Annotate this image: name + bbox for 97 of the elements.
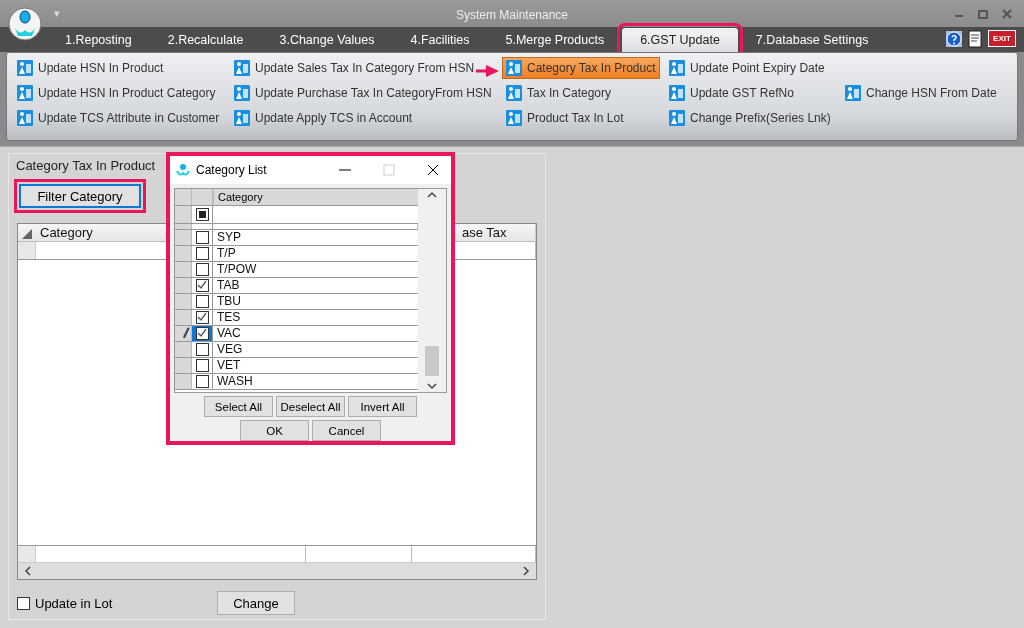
row-checkbox[interactable] bbox=[195, 374, 209, 388]
ribbon-item-label: Update GST RefNo bbox=[690, 85, 794, 100]
category-name[interactable]: WASH bbox=[213, 373, 418, 389]
category-name[interactable]: VEG bbox=[213, 341, 418, 357]
ribbon-tab[interactable]: 7.Database Settings bbox=[737, 27, 887, 52]
filter-category-button[interactable]: Filter Category bbox=[19, 184, 141, 208]
ribbon-item-label: Tax In Category bbox=[527, 85, 612, 100]
app-logo-icon bbox=[176, 162, 190, 177]
scroll-down-icon[interactable] bbox=[427, 382, 437, 390]
ribbon-tab[interactable]: 2.Recalculate bbox=[149, 27, 262, 52]
person-tile-icon bbox=[506, 109, 522, 126]
category-name[interactable]: TAB bbox=[213, 277, 418, 293]
person-tile-icon bbox=[234, 84, 250, 101]
cancel-button[interactable]: Cancel bbox=[312, 420, 381, 441]
ribbon-item-label: Product Tax In Lot bbox=[527, 110, 624, 125]
selection-button[interactable]: Deselect All bbox=[276, 396, 345, 417]
header-corner bbox=[175, 188, 192, 205]
ribbon-item-label: Update Apply TCS in Account bbox=[255, 110, 413, 125]
header-corner bbox=[192, 188, 213, 205]
dialog-title: Category List bbox=[196, 162, 267, 177]
person-tile-icon bbox=[845, 84, 861, 101]
ribbon-item[interactable]: Category Tax In Product bbox=[502, 56, 660, 79]
vertical-scrollbar[interactable] bbox=[418, 188, 446, 392]
scrollbar-thumb[interactable] bbox=[425, 346, 439, 376]
ribbon-item-label: Change HSN From Date bbox=[866, 85, 997, 100]
update-in-lot-label: Update in Lot bbox=[35, 595, 113, 611]
scroll-right-icon[interactable] bbox=[522, 566, 530, 576]
ribbon-item-label: Update HSN In Product bbox=[38, 60, 164, 75]
horizontal-scrollbar[interactable] bbox=[18, 562, 536, 579]
panel-title: Category Tax In Product bbox=[16, 158, 156, 173]
ribbon-tab[interactable]: 3.Change Values bbox=[261, 27, 393, 52]
selection-button[interactable]: Invert All bbox=[348, 396, 417, 417]
update-in-lot-checkbox[interactable] bbox=[17, 596, 30, 610]
ribbon-item[interactable]: Change HSN From Date bbox=[841, 81, 1001, 104]
row-header bbox=[18, 242, 36, 259]
selection-button[interactable]: Select All bbox=[204, 396, 273, 417]
ribbon-item[interactable]: Update HSN In Product bbox=[13, 56, 168, 79]
ribbon-item[interactable]: Update Point Expiry Date bbox=[665, 56, 829, 79]
ribbon-item-label: Update Point Expiry Date bbox=[690, 60, 825, 75]
ribbon-tab[interactable]: 5.Merge Products bbox=[487, 27, 623, 52]
row-checkbox[interactable] bbox=[195, 246, 209, 260]
person-tile-icon bbox=[234, 109, 250, 126]
ribbon-item[interactable]: Update Sales Tax In Category From HSN bbox=[230, 56, 479, 79]
change-button[interactable]: Change bbox=[217, 591, 295, 615]
ribbon-item[interactable]: Change Prefix(Series Lnk) bbox=[665, 106, 835, 129]
person-tile-icon bbox=[669, 84, 685, 101]
ribbon-item-label: Update TCS Attribute in Customer bbox=[38, 110, 220, 125]
ribbon-item-label: Update Sales Tax In Category From HSN bbox=[255, 60, 475, 75]
column-header[interactable]: Category bbox=[213, 188, 418, 205]
person-tile-icon bbox=[506, 59, 522, 76]
category-name[interactable]: TBU bbox=[213, 293, 418, 309]
row-checkbox[interactable] bbox=[195, 230, 209, 244]
ribbon-item[interactable]: Update TCS Attribute in Customer bbox=[13, 106, 224, 129]
row-header bbox=[18, 546, 36, 562]
row-checkbox[interactable] bbox=[195, 326, 209, 340]
document-icon[interactable] bbox=[968, 29, 982, 48]
person-tile-icon bbox=[506, 84, 522, 101]
row-checkbox[interactable] bbox=[195, 278, 209, 292]
ribbon-item[interactable]: Product Tax In Lot bbox=[502, 106, 628, 129]
ribbon-tab[interactable]: 1.Reposting bbox=[47, 27, 150, 52]
exit-button[interactable]: EXIT bbox=[988, 30, 1016, 48]
scroll-up-icon[interactable] bbox=[427, 190, 437, 199]
category-name[interactable]: VAC bbox=[213, 325, 418, 341]
ribbon-item[interactable]: Update HSN In Product Category bbox=[13, 81, 220, 104]
person-tile-icon bbox=[17, 84, 33, 101]
maximize-icon[interactable] bbox=[978, 8, 988, 19]
category-name[interactable]: VET bbox=[213, 357, 418, 373]
person-tile-icon bbox=[669, 59, 685, 76]
category-name[interactable]: T/P bbox=[213, 245, 418, 261]
person-tile-icon bbox=[234, 59, 250, 76]
ribbon-tab[interactable]: 4.Facilities bbox=[392, 27, 488, 52]
ok-button[interactable]: OK bbox=[240, 420, 309, 441]
ribbon-item[interactable]: Tax In Category bbox=[502, 81, 616, 104]
row-checkbox[interactable] bbox=[195, 342, 209, 356]
ribbon-item-label: Category Tax In Product bbox=[527, 60, 656, 75]
pencil-icon bbox=[182, 327, 191, 339]
person-tile-icon bbox=[17, 59, 33, 76]
ribbon-item-label: Update HSN In Product Category bbox=[38, 85, 216, 100]
ribbon-item[interactable]: Update Apply TCS in Account bbox=[230, 106, 417, 129]
ribbon-item-label: Update Purchase Tax In CategoryFrom HSN bbox=[255, 85, 492, 100]
person-tile-icon bbox=[17, 109, 33, 126]
row-checkbox[interactable] bbox=[195, 358, 209, 372]
row-checkbox[interactable] bbox=[195, 262, 209, 276]
window-title: System Maintenance bbox=[455, 8, 569, 22]
select-all-checkbox[interactable] bbox=[195, 207, 209, 221]
annotation-arrow bbox=[476, 63, 500, 78]
scroll-left-icon[interactable] bbox=[24, 566, 32, 576]
ribbon-item[interactable]: Update GST RefNo bbox=[665, 81, 798, 104]
ribbon-item[interactable]: Update Purchase Tax In CategoryFrom HSN bbox=[230, 81, 496, 104]
help-icon[interactable] bbox=[946, 30, 962, 47]
close-icon[interactable] bbox=[427, 163, 439, 176]
ribbon-item-label: Change Prefix(Series Lnk) bbox=[690, 110, 831, 125]
row-checkbox[interactable] bbox=[195, 294, 209, 308]
category-name[interactable]: T/POW bbox=[213, 261, 418, 277]
person-tile-icon bbox=[669, 109, 685, 126]
row-checkbox[interactable] bbox=[195, 310, 209, 324]
category-name[interactable]: TES bbox=[213, 309, 418, 325]
